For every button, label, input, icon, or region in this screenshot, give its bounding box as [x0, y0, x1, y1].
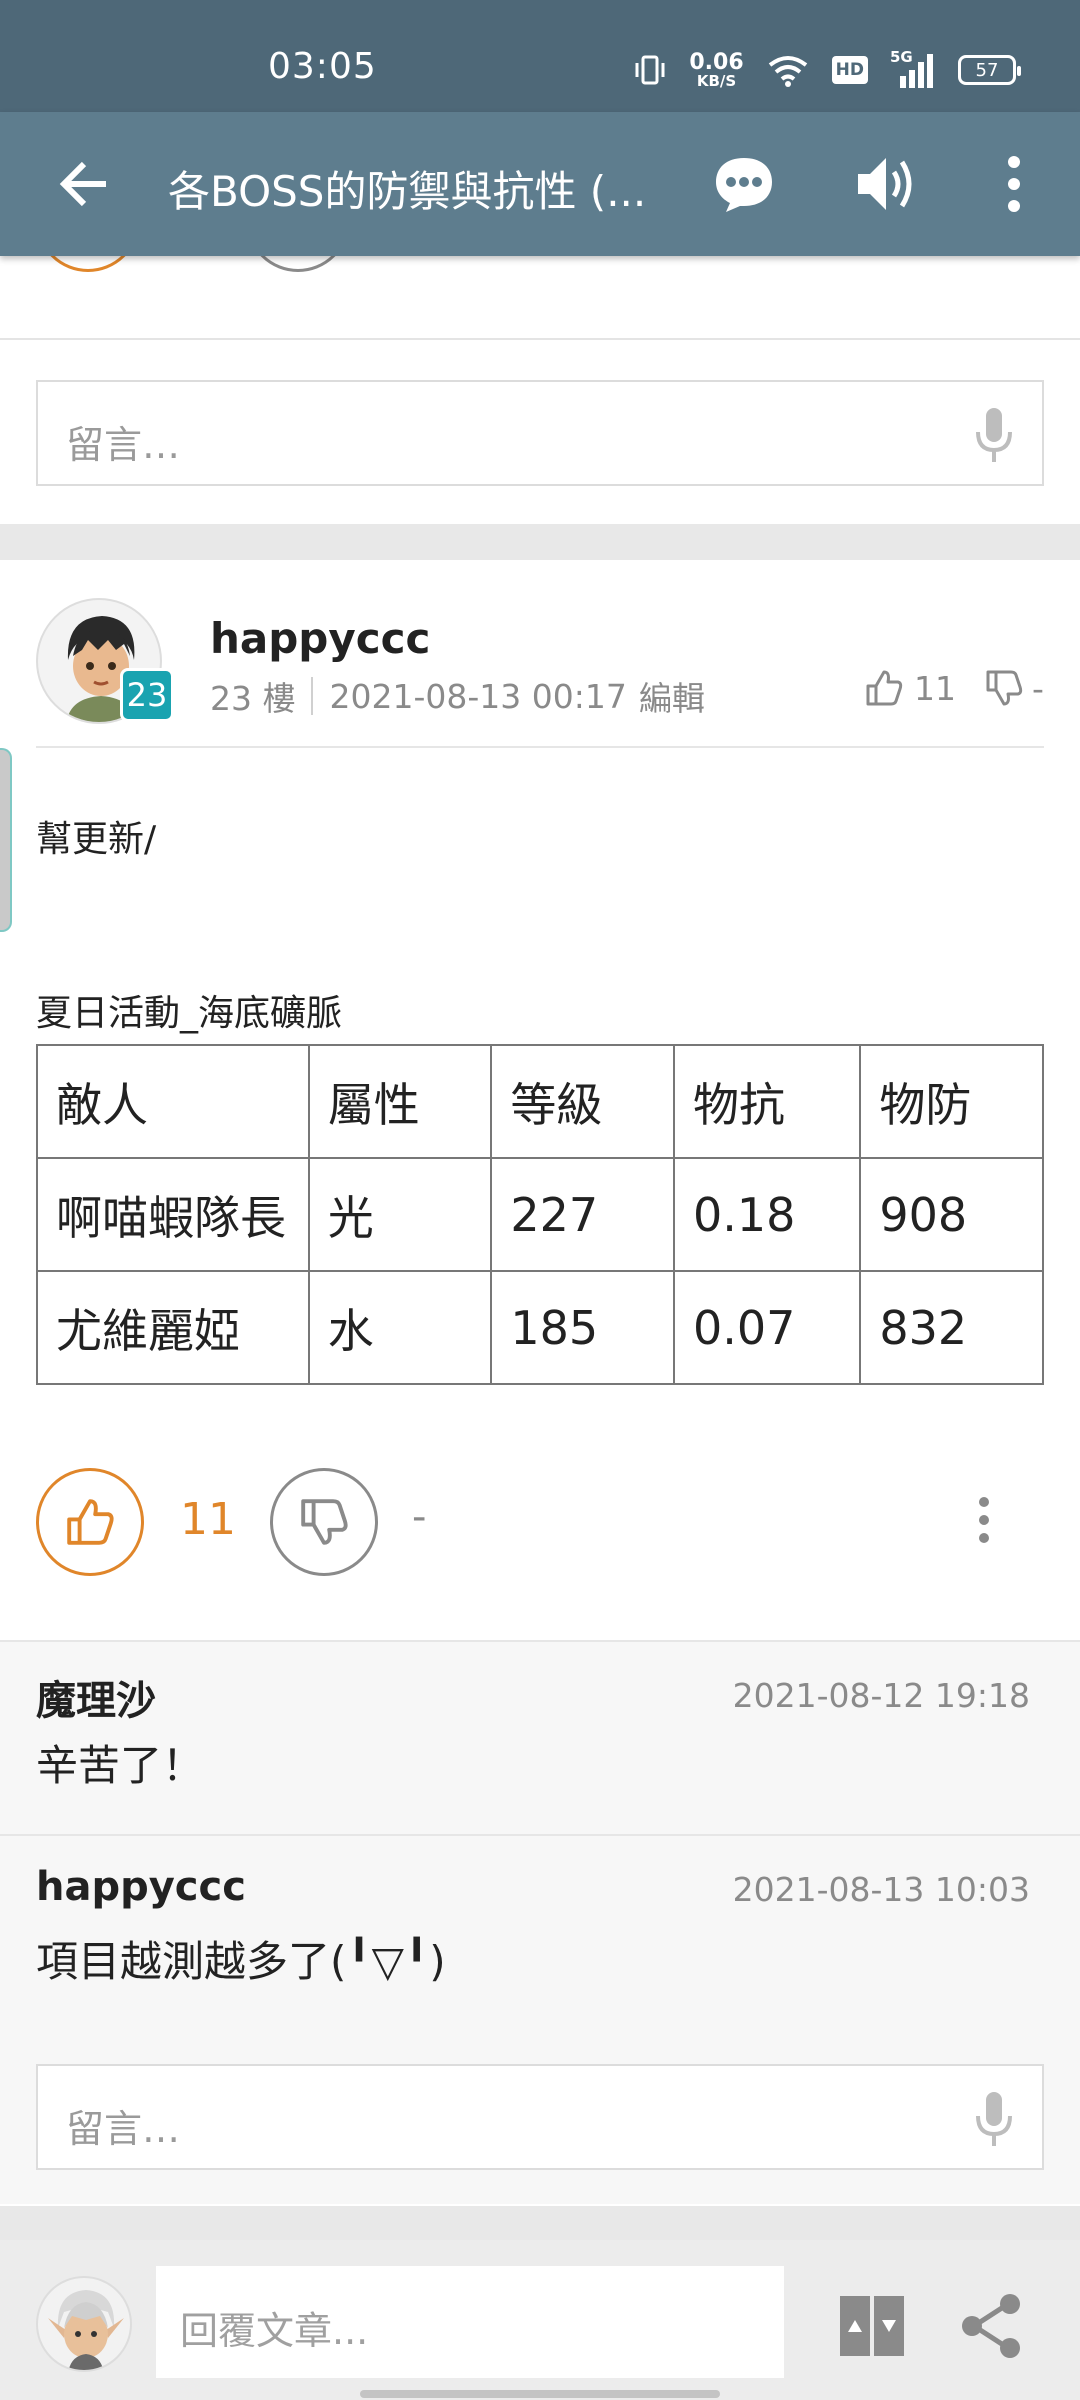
table-header-cell: 屬性 — [307, 1044, 493, 1159]
level-value: 23 — [126, 676, 168, 714]
vibrate-icon — [635, 55, 665, 85]
reply-date: 2021-08-12 19:18 — [732, 1676, 1030, 1715]
post-section-title: 夏日活動_海底礦脈 — [36, 993, 343, 1034]
comment-bubble-icon[interactable] — [712, 154, 776, 214]
table-cell: 水 — [307, 1270, 493, 1385]
like-button[interactable] — [36, 1468, 144, 1576]
reply-date: 2021-08-13 10:03 — [732, 1870, 1030, 1909]
post-author[interactable]: happyccc — [210, 614, 430, 663]
network-speed-unit: KB/S — [696, 71, 737, 90]
table-header-cell: 物抗 — [672, 1044, 862, 1159]
table-header-cell: 等級 — [490, 1044, 675, 1159]
like-count: 11 — [180, 1494, 236, 1545]
more-vert-icon[interactable] — [1000, 152, 1028, 216]
post-header-dislikes: - — [1032, 668, 1044, 708]
page-title: 各BOSS的防禦與抗性 (... — [168, 167, 647, 216]
signal-bars-icon — [900, 54, 933, 88]
table-header-cell: 敵人 — [36, 1044, 310, 1159]
hd-badge: HD — [831, 56, 868, 84]
table-cell: 光 — [307, 1157, 493, 1272]
post-body-text: 幫更新/ — [36, 819, 157, 860]
arrow-down-icon — [882, 2320, 896, 2332]
comment-input-bottom[interactable]: 留言… — [36, 2064, 1044, 2170]
table-cell: 尤維麗婭 — [36, 1270, 310, 1385]
reply-text: 項目越測越多了(╹▽╹) — [36, 1937, 446, 1986]
reply-article-placeholder: 回覆文章... — [180, 2309, 369, 2353]
thumb-down-icon — [301, 1499, 348, 1545]
arrow-up-icon — [848, 2320, 862, 2332]
post-edit-link[interactable]: 編輯 — [639, 672, 705, 720]
status-bar: 03:05 0.06 KB/S HD 5G 57 — [0, 0, 1080, 112]
reply-author[interactable]: 魔理沙 — [36, 1668, 156, 1726]
reply-text: 辛苦了！ — [36, 1741, 205, 1790]
comment-input-top[interactable]: 留言… — [36, 380, 1044, 486]
mic-icon[interactable] — [972, 2090, 1016, 2150]
post-header-divider — [36, 746, 1044, 748]
share-icon[interactable] — [960, 2292, 1024, 2360]
table-cell: 啊喵蝦隊長 — [36, 1157, 310, 1272]
comment-placeholder: 留言… — [66, 423, 181, 467]
table-cell: 185 — [490, 1270, 675, 1385]
speaker-icon[interactable] — [854, 152, 922, 216]
post-header-votes: 11 - — [864, 668, 1044, 708]
back-arrow-icon[interactable] — [56, 156, 112, 212]
thumb-up-icon — [67, 1499, 114, 1545]
boss-table: 敵人 屬性 等級 物抗 物防 啊喵蝦隊長 光 227 0.18 908 尤維麗婭… — [36, 1044, 1044, 1385]
post-more-icon[interactable] — [970, 1492, 998, 1552]
table-cell: 0.18 — [672, 1157, 862, 1272]
table-row: 尤維麗婭 水 185 0.07 832 — [36, 1270, 1044, 1385]
thumb-up-small-icon[interactable] — [864, 668, 904, 708]
floor-jump-button[interactable] — [840, 2296, 904, 2356]
status-time: 03:05 — [268, 46, 377, 87]
post-header-likes: 11 — [914, 668, 956, 708]
divider — [0, 338, 1080, 340]
section-separator — [0, 2206, 1080, 2240]
user-avatar[interactable] — [36, 2276, 132, 2372]
table-header-cell: 物防 — [859, 1044, 1044, 1159]
post-date: 2021-08-13 00:17 — [329, 676, 627, 716]
table-row: 啊喵蝦隊長 光 227 0.18 908 — [36, 1157, 1044, 1272]
gesture-bar — [360, 2390, 720, 2398]
dislike-count: - — [412, 1494, 427, 1540]
cell-signal: 5G — [890, 48, 936, 88]
table-cell: 0.07 — [672, 1270, 862, 1385]
top-app-bar: 各BOSS的防禦與抗性 (... — [0, 112, 1080, 256]
post-floor: 23 樓 — [210, 679, 296, 718]
table-cell: 908 — [859, 1157, 1044, 1272]
network-speed-value: 0.06 — [689, 49, 744, 75]
battery-level: 57 — [975, 59, 999, 81]
table-header-row: 敵人 屬性 等級 物抗 物防 — [36, 1044, 1044, 1159]
table-cell: 832 — [859, 1270, 1044, 1385]
mic-icon[interactable] — [972, 406, 1016, 466]
reply-article-input[interactable]: 回覆文章... — [156, 2266, 784, 2378]
reply-item: 魔理沙 2021-08-12 19:18 辛苦了！ — [0, 1640, 1080, 1834]
wifi-icon — [768, 56, 807, 87]
status-icons: 0.06 KB/S HD 5G 57 — [633, 48, 1021, 90]
dislike-button[interactable] — [270, 1468, 378, 1576]
post-meta: 23 樓 2021-08-13 00:17 編輯 — [210, 672, 705, 720]
side-drawer-handle[interactable] — [0, 748, 12, 932]
elf-avatar-icon — [48, 2290, 124, 2370]
comment-placeholder: 留言… — [66, 2107, 181, 2151]
table-cell: 227 — [490, 1157, 675, 1272]
battery-icon: 57 — [958, 55, 1021, 85]
network-speed: 0.06 KB/S — [689, 49, 744, 90]
level-badge: 23 — [120, 668, 174, 722]
bottom-reply-bar: 回覆文章... — [0, 2240, 1080, 2400]
thumb-down-small-icon[interactable] — [984, 668, 1024, 708]
section-separator — [0, 524, 1080, 560]
reply-author[interactable]: happyccc — [36, 1864, 246, 1910]
meta-divider — [311, 677, 314, 715]
